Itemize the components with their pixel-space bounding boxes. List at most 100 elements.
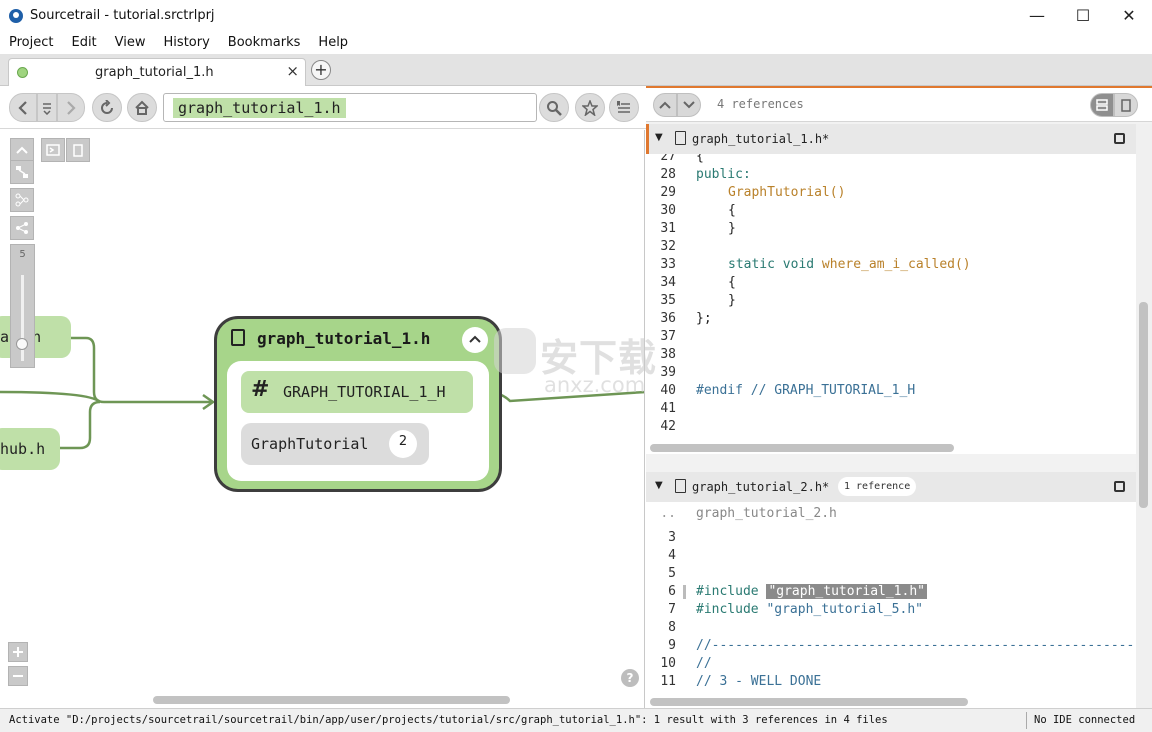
- code-line: 5: [646, 565, 1136, 583]
- layout-icon: [16, 166, 28, 178]
- graph-save-button[interactable]: [66, 138, 90, 162]
- graph-node-label: hub.h: [0, 440, 46, 458]
- plus-icon: [13, 647, 23, 657]
- refresh-icon: [101, 99, 113, 114]
- function-token[interactable]: where_am_i_called(): [822, 257, 971, 272]
- include-path-token[interactable]: "graph_tutorial_1.h": [766, 584, 927, 599]
- file-name[interactable]: graph_tutorial_2.h*: [692, 480, 829, 494]
- line-number: 30: [660, 203, 676, 218]
- line-number: 28: [660, 167, 676, 182]
- graph-node-class[interactable]: GraphTutorial 2: [241, 423, 429, 465]
- file-header-graph-tutorial-2[interactable]: ▼ graph_tutorial_2.h* 1 reference: [646, 472, 1136, 502]
- next-reference-button[interactable]: [677, 93, 701, 117]
- bookmarks-list-button[interactable]: [609, 93, 639, 122]
- line-number: 9: [668, 638, 676, 653]
- chevron-right-icon: [67, 100, 76, 115]
- menu-view[interactable]: View: [106, 35, 155, 50]
- line-number: ..: [660, 506, 676, 521]
- home-button[interactable]: [127, 93, 157, 122]
- code-snippet-2[interactable]: .. graph_tutorial_2.h 3 4 5 6 #include "gr…: [646, 502, 1136, 710]
- code-text: {: [728, 203, 736, 218]
- code-vertical-scrollbar[interactable]: [1139, 302, 1148, 508]
- code-line: 35}: [646, 292, 1136, 310]
- graph-node-file-left-2[interactable]: hub.h: [0, 428, 60, 470]
- minimize-button[interactable]: —: [1014, 0, 1060, 31]
- file-header-graph-tutorial-1[interactable]: ▼ graph_tutorial_1.h*: [646, 124, 1136, 154]
- close-icon: ✕: [1122, 6, 1136, 25]
- zoom-out-button[interactable]: [8, 666, 28, 686]
- code-text: graph_tutorial_2.h: [696, 506, 837, 521]
- code-line: 40 #endif // GRAPH_TUTORIAL_1_H: [646, 382, 1136, 400]
- code-line: 33 static void where_am_i_called(): [646, 256, 1136, 274]
- menu-bookmarks[interactable]: Bookmarks: [219, 35, 310, 50]
- graph-layout-1-button[interactable]: [10, 160, 34, 184]
- chevron-up-icon: [16, 146, 28, 154]
- bookmark-button[interactable]: [575, 93, 605, 122]
- search-input[interactable]: graph_tutorial_1.h: [163, 93, 537, 122]
- tab-graph-tutorial-1[interactable]: graph_tutorial_1.h ×: [8, 58, 306, 86]
- search-token[interactable]: graph_tutorial_1.h: [173, 98, 346, 118]
- minus-icon: [13, 675, 23, 677]
- snippet-mode-button[interactable]: [1090, 93, 1114, 117]
- depth-slider-handle[interactable]: [16, 338, 28, 350]
- member-count-badge[interactable]: 2: [389, 430, 417, 458]
- code-snippet-1[interactable]: 27{ 28 public: 29 GraphTutorial() 30{ 31} …: [646, 154, 1136, 454]
- single-file-mode-button[interactable]: [1114, 93, 1138, 117]
- tab-close-button[interactable]: ×: [286, 62, 299, 80]
- graph-node-main-file[interactable]: graph_tutorial_1.h # GRAPH_TUTORIAL_1_H …: [214, 316, 502, 492]
- file-icon: [231, 329, 245, 346]
- code-text: static void where_am_i_called(): [728, 256, 971, 274]
- maximize-button[interactable]: ☐: [1060, 0, 1106, 31]
- include-directive: #include: [696, 602, 767, 617]
- maximize-file-icon[interactable]: [1114, 133, 1125, 144]
- line-number: 34: [660, 275, 676, 290]
- code-line: 27 {: [646, 154, 1136, 166]
- menu-edit[interactable]: Edit: [62, 35, 105, 50]
- menu-help[interactable]: Help: [309, 35, 357, 50]
- code-line: 11 // 3 - WELL DONE: [646, 673, 1136, 691]
- chevron-up-icon: [469, 335, 481, 343]
- history-list-button[interactable]: [37, 93, 57, 122]
- snippet-2-horizontal-scrollbar[interactable]: [650, 698, 968, 706]
- code-line: 3: [646, 529, 1136, 547]
- zoom-in-button[interactable]: [8, 642, 28, 662]
- maximize-file-icon[interactable]: [1114, 481, 1125, 492]
- hierarchy-icon: [15, 193, 29, 207]
- code-text: #include "graph_tutorial_5.h": [696, 601, 923, 619]
- graph-layout-2-button[interactable]: [10, 188, 34, 212]
- graph-horizontal-scrollbar[interactable]: [153, 696, 510, 704]
- forward-button[interactable]: [57, 93, 85, 122]
- status-bar: Activate "D:/projects/sourcetrail/source…: [0, 708, 1152, 732]
- navigation-bar: graph_tutorial_1.h: [0, 87, 646, 129]
- code-line: 4: [646, 547, 1136, 565]
- graph-view[interactable]: a 2.h hub.h graph_tutorial_1.h # GRAPH_T…: [0, 130, 645, 708]
- code-text: {: [696, 154, 704, 164]
- collapse-triangle-icon[interactable]: ▼: [655, 480, 663, 491]
- menu-history[interactable]: History: [155, 35, 219, 50]
- file-name[interactable]: graph_tutorial_1.h*: [692, 132, 829, 146]
- window-title: Sourcetrail - tutorial.srctrlprj: [30, 8, 215, 23]
- snippet-1-horizontal-scrollbar[interactable]: [650, 444, 954, 452]
- new-tab-button[interactable]: +: [311, 60, 331, 80]
- code-line: 32: [646, 238, 1136, 256]
- refresh-button[interactable]: [92, 93, 122, 122]
- depth-slider[interactable]: 5: [10, 244, 35, 368]
- previous-reference-button[interactable]: [653, 93, 677, 117]
- search-button[interactable]: [539, 93, 569, 122]
- close-window-button[interactable]: ✕: [1106, 0, 1152, 31]
- graph-layout-3-button[interactable]: [10, 216, 34, 240]
- menu-project[interactable]: Project: [0, 35, 62, 50]
- edge-include-1: [70, 336, 212, 404]
- collapse-controls-button[interactable]: [10, 138, 34, 162]
- back-button[interactable]: [9, 93, 37, 122]
- graph-node-macro[interactable]: # GRAPH_TUTORIAL_1_H: [241, 371, 473, 413]
- include-path-token[interactable]: "graph_tutorial_5.h": [766, 602, 923, 617]
- code-line: .. graph_tutorial_2.h: [646, 505, 1136, 523]
- help-button[interactable]: ?: [621, 669, 639, 687]
- collapse-node-button[interactable]: [462, 327, 488, 353]
- history-list-icon: [43, 102, 51, 115]
- tab-status-dot-icon: [17, 67, 28, 78]
- collapse-triangle-icon[interactable]: ▼: [655, 132, 663, 143]
- code-text: // 3 - WELL DONE: [696, 674, 822, 689]
- graph-export-button[interactable]: [41, 138, 65, 162]
